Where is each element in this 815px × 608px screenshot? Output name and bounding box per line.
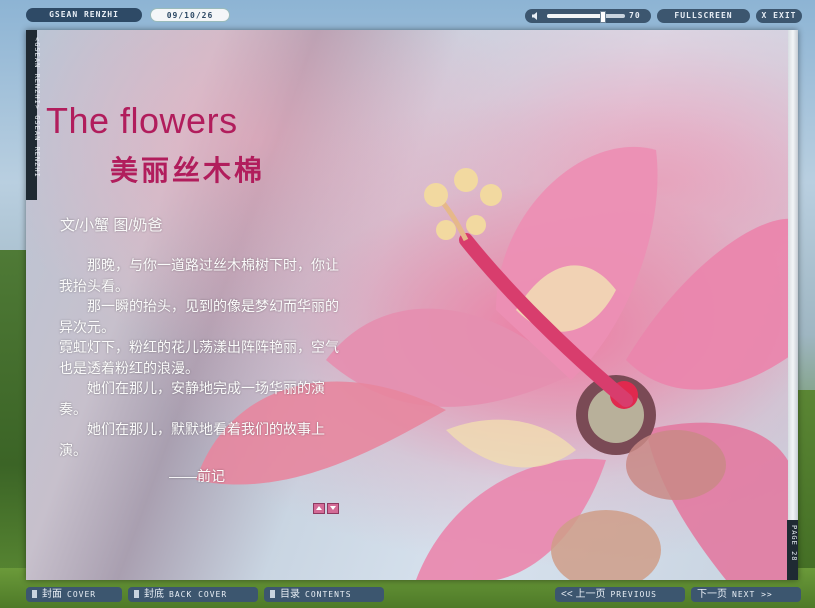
next-label: 下一页	[697, 589, 727, 600]
page-icon	[32, 590, 37, 598]
paragraph: 她们在那儿，安静地完成一场华丽的演奏。	[59, 380, 325, 417]
spine-text: <GSEAN RENZHI> GSEAN RENZHI	[33, 37, 41, 178]
contents-label-en: CONTENTS	[305, 590, 352, 599]
arrow-down-icon	[330, 506, 336, 510]
previous-label: << 上一页	[561, 589, 606, 600]
cover-label-en: COVER	[67, 590, 97, 599]
page-icon	[270, 590, 275, 598]
paragraph: 那一瞬的抬头，见到的像是梦幻而华丽的异次元。	[59, 298, 339, 335]
paragraph: 霓虹灯下，粉红的花儿荡漾出阵阵艳丽，空气也是透着粉红的浪漫。	[59, 339, 339, 376]
text-scroll-controls	[313, 501, 341, 519]
volume-fill	[547, 14, 602, 18]
page-edge	[788, 30, 798, 580]
brand-label: GSEAN RENZHI	[26, 8, 142, 22]
title-chinese: 美丽丝木棉	[110, 155, 266, 186]
arrow-up-icon	[316, 506, 322, 510]
scroll-up-button[interactable]	[313, 503, 325, 514]
speaker-icon[interactable]	[531, 11, 541, 21]
previous-label-en: PREVIOUS	[610, 590, 657, 599]
volume-slider[interactable]	[547, 11, 625, 23]
page-number-tab: PAGE 28	[787, 520, 798, 580]
contents-label: 目录	[280, 589, 300, 600]
paragraph: 她们在那儿，默默地看着我们的故事上演。	[59, 421, 325, 458]
credit-line: 文/小蟹 图/奶爸	[60, 217, 163, 234]
article-body: 那晚，与你一道路过丝木棉树下时，你让我抬头看。 那一瞬的抬头，见到的像是梦幻而华…	[59, 255, 344, 460]
previous-page-button[interactable]: << 上一页 PREVIOUS	[555, 587, 685, 602]
contents-button[interactable]: 目录 CONTENTS	[264, 587, 384, 602]
back-cover-button[interactable]: 封底 BACK COVER	[128, 587, 258, 602]
spine-label: <GSEAN RENZHI> GSEAN RENZHI	[26, 30, 41, 200]
cover-label: 封面	[42, 589, 62, 600]
cover-button[interactable]: 封面 COVER	[26, 587, 122, 602]
volume-control[interactable]: 70	[525, 9, 651, 23]
bottom-bar: 封面 COVER 封底 BACK COVER 目录 CONTENTS << 上一页 PR…	[0, 582, 815, 608]
magazine-page: <GSEAN RENZHI> GSEAN RENZHI PAGE 28 The …	[26, 30, 798, 580]
page-icon	[134, 590, 139, 598]
top-bar: GSEAN RENZHI 09/10/26 70 FULLSCREEN X EX…	[0, 0, 815, 30]
scroll-down-button[interactable]	[327, 503, 339, 514]
back-cover-label: 封底	[144, 589, 164, 600]
page-number: PAGE 28	[790, 525, 798, 562]
signature: ——前记	[169, 468, 225, 484]
volume-value: 70	[629, 11, 641, 20]
next-page-button[interactable]: 下一页 NEXT >>	[691, 587, 801, 602]
title-english: The flowers	[46, 100, 238, 141]
exit-button[interactable]: X EXIT	[756, 9, 802, 23]
date-label: 09/10/26	[150, 8, 230, 22]
paragraph: 那晚，与你一道路过丝木棉树下时，你让我抬头看。	[59, 257, 339, 294]
next-label-en: NEXT >>	[732, 590, 773, 599]
volume-knob[interactable]	[599, 11, 606, 23]
back-cover-label-en: BACK COVER	[169, 590, 228, 599]
fullscreen-button[interactable]: FULLSCREEN	[657, 9, 750, 23]
